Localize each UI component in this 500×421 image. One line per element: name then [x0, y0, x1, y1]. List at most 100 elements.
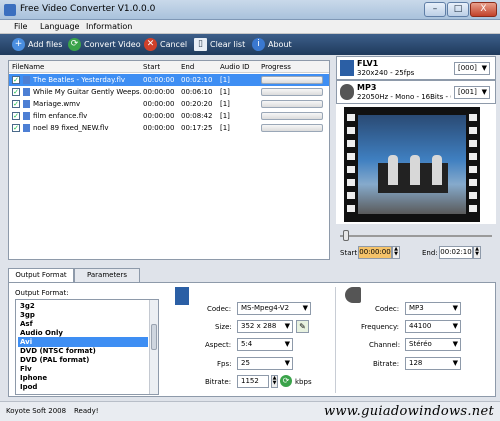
format-list[interactable]: 3g2 3gp Asf Audio Only Avi DVD (NTSC for…	[15, 299, 159, 395]
col-end[interactable]: End	[181, 63, 194, 71]
file-row[interactable]: ✓ The Beatles - Yesterday.flv 00:00:00 0…	[9, 74, 329, 86]
title-bar: Free Video Converter V1.0.0.0 – □ X	[0, 0, 500, 20]
size-value: 352 x 288	[241, 322, 277, 330]
chevron-down-icon: ▼	[481, 64, 487, 72]
cancel-button[interactable]: ✕ Cancel	[144, 37, 188, 52]
audio-stream-select[interactable]: [001] ▼	[454, 86, 490, 99]
video-codec-title: FLV1	[357, 59, 379, 68]
video-codec-select[interactable]: MS-Mpeg4-V2 ▼	[237, 302, 311, 315]
frequency-label: Frequency:	[361, 323, 400, 331]
video-stream-detail: 320x240 - 25fps	[357, 69, 415, 77]
clear-list-label: Clear list	[210, 40, 246, 49]
aspect-label: Aspect:	[205, 341, 232, 349]
preview-figure	[432, 155, 442, 185]
clear-list-button[interactable]: ▯ Clear list	[194, 37, 246, 52]
start-label: Start:	[340, 249, 360, 257]
video-file-icon	[23, 124, 30, 132]
file-list[interactable]: FileName Start End Audio ID Progress ✓ T…	[8, 60, 330, 260]
start-time-input[interactable]: 00:00:00	[358, 246, 392, 259]
file-end: 00:08:42	[181, 112, 213, 120]
file-row[interactable]: ✓ Mariage.wmv 00:00:00 00:20:20 [1]	[9, 98, 329, 110]
file-row[interactable]: ✓ film enfance.flv 00:00:00 00:08:42 [1]	[9, 110, 329, 122]
audio-codec-label: Codec:	[375, 305, 400, 313]
progress-bar	[261, 76, 323, 84]
row-checkbox[interactable]: ✓	[12, 124, 20, 132]
file-start: 00:00:00	[143, 124, 175, 132]
row-checkbox[interactable]: ✓	[12, 88, 20, 96]
preview-figure	[388, 155, 398, 185]
file-end: 00:02:10	[181, 76, 213, 84]
file-row[interactable]: ✓ While My Guitar Gently Weeps.... 00:00…	[9, 86, 329, 98]
about-button[interactable]: i About	[252, 37, 296, 52]
scrollbar-thumb[interactable]	[151, 324, 157, 350]
audio-codec-select[interactable]: MP3 ▼	[405, 302, 461, 315]
status-company: Koyote Soft 2008	[6, 407, 67, 415]
menu-language[interactable]: Language	[40, 22, 79, 31]
start-time-spinner[interactable]: ▲ ▼	[392, 246, 400, 259]
speaker-icon	[345, 287, 361, 303]
minimize-button[interactable]: –	[424, 2, 446, 17]
cancel-icon: ✕	[144, 38, 157, 51]
menu-information[interactable]: Information	[86, 22, 132, 31]
preview-figure	[410, 155, 420, 185]
fps-label: Fps:	[217, 360, 232, 368]
file-start: 00:00:00	[143, 76, 175, 84]
format-list-scrollbar[interactable]	[149, 300, 158, 394]
position-slider[interactable]	[340, 230, 492, 241]
slider-thumb[interactable]	[343, 230, 349, 241]
file-name: film enfance.flv	[33, 112, 88, 120]
channel-value: Stéréo	[409, 340, 432, 348]
aspect-select[interactable]: 5:4 ▼	[237, 338, 293, 351]
row-checkbox[interactable]: ✓	[12, 76, 20, 84]
film-icon	[340, 60, 354, 76]
row-checkbox[interactable]: ✓	[12, 100, 20, 108]
frequency-value: 44100	[409, 322, 432, 330]
file-name: Mariage.wmv	[33, 100, 81, 108]
video-file-icon	[23, 76, 30, 84]
channel-select[interactable]: Stéréo ▼	[405, 338, 461, 351]
close-button[interactable]: X	[470, 2, 497, 17]
col-progress[interactable]: Progress	[261, 63, 291, 71]
maximize-button[interactable]: □	[447, 2, 469, 17]
video-stream-select[interactable]: [000] ▼	[454, 62, 490, 75]
frequency-select[interactable]: 44100 ▼	[405, 320, 461, 333]
edit-size-icon[interactable]: ✎	[296, 320, 309, 333]
col-filename[interactable]: FileName	[12, 63, 44, 71]
file-name: noel 89 fixed_NEW.flv	[33, 124, 109, 132]
settings-divider	[335, 287, 336, 393]
bitrate-spinner[interactable]: ▲ ▼	[271, 375, 278, 388]
file-start: 00:00:00	[143, 100, 175, 108]
col-start[interactable]: Start	[143, 63, 160, 71]
video-file-icon	[23, 88, 30, 96]
file-row[interactable]: ✓ noel 89 fixed_NEW.flv 00:00:00 00:17:2…	[9, 122, 329, 134]
end-time-spinner[interactable]: ▲ ▼	[473, 246, 481, 259]
row-checkbox[interactable]: ✓	[12, 112, 20, 120]
refresh-icon[interactable]: ⟳	[280, 375, 292, 387]
video-bitrate-input[interactable]: 1152	[237, 375, 269, 388]
end-time-input[interactable]: 00:02:10	[439, 246, 473, 259]
menu-file[interactable]: File	[14, 22, 27, 31]
file-audio-id: [1]	[220, 112, 230, 120]
tab-output-format[interactable]: Output Format	[8, 268, 74, 283]
progress-bar	[261, 124, 323, 132]
convert-video-label: Convert Video	[84, 40, 141, 49]
add-files-button[interactable]: + Add files	[12, 37, 62, 52]
format-item[interactable]: Ipod	[18, 382, 148, 392]
file-audio-id: [1]	[220, 88, 230, 96]
chevron-down-icon: ▼	[452, 322, 458, 330]
chevron-down-icon: ▼	[452, 359, 458, 367]
audio-bitrate-select[interactable]: 128 ▼	[405, 357, 461, 370]
progress-bar	[261, 112, 323, 120]
chevron-down-icon: ▼	[284, 322, 290, 330]
tab-parameters[interactable]: Parameters	[74, 268, 140, 282]
app-icon	[4, 4, 16, 16]
film-icon	[175, 287, 189, 305]
size-select[interactable]: 352 x 288 ▼	[237, 320, 293, 333]
video-stream-box: FLV1 320x240 - 25fps [000] ▼	[336, 56, 496, 80]
convert-video-button[interactable]: ⟳ Convert Video	[68, 37, 141, 52]
fps-select[interactable]: 25 ▼	[237, 357, 293, 370]
chevron-down-icon: ▼	[284, 340, 290, 348]
video-codec-value: MS-Mpeg4-V2	[241, 304, 290, 312]
col-audio-id[interactable]: Audio ID	[220, 63, 250, 71]
video-bitrate-value: 1152	[241, 377, 259, 385]
